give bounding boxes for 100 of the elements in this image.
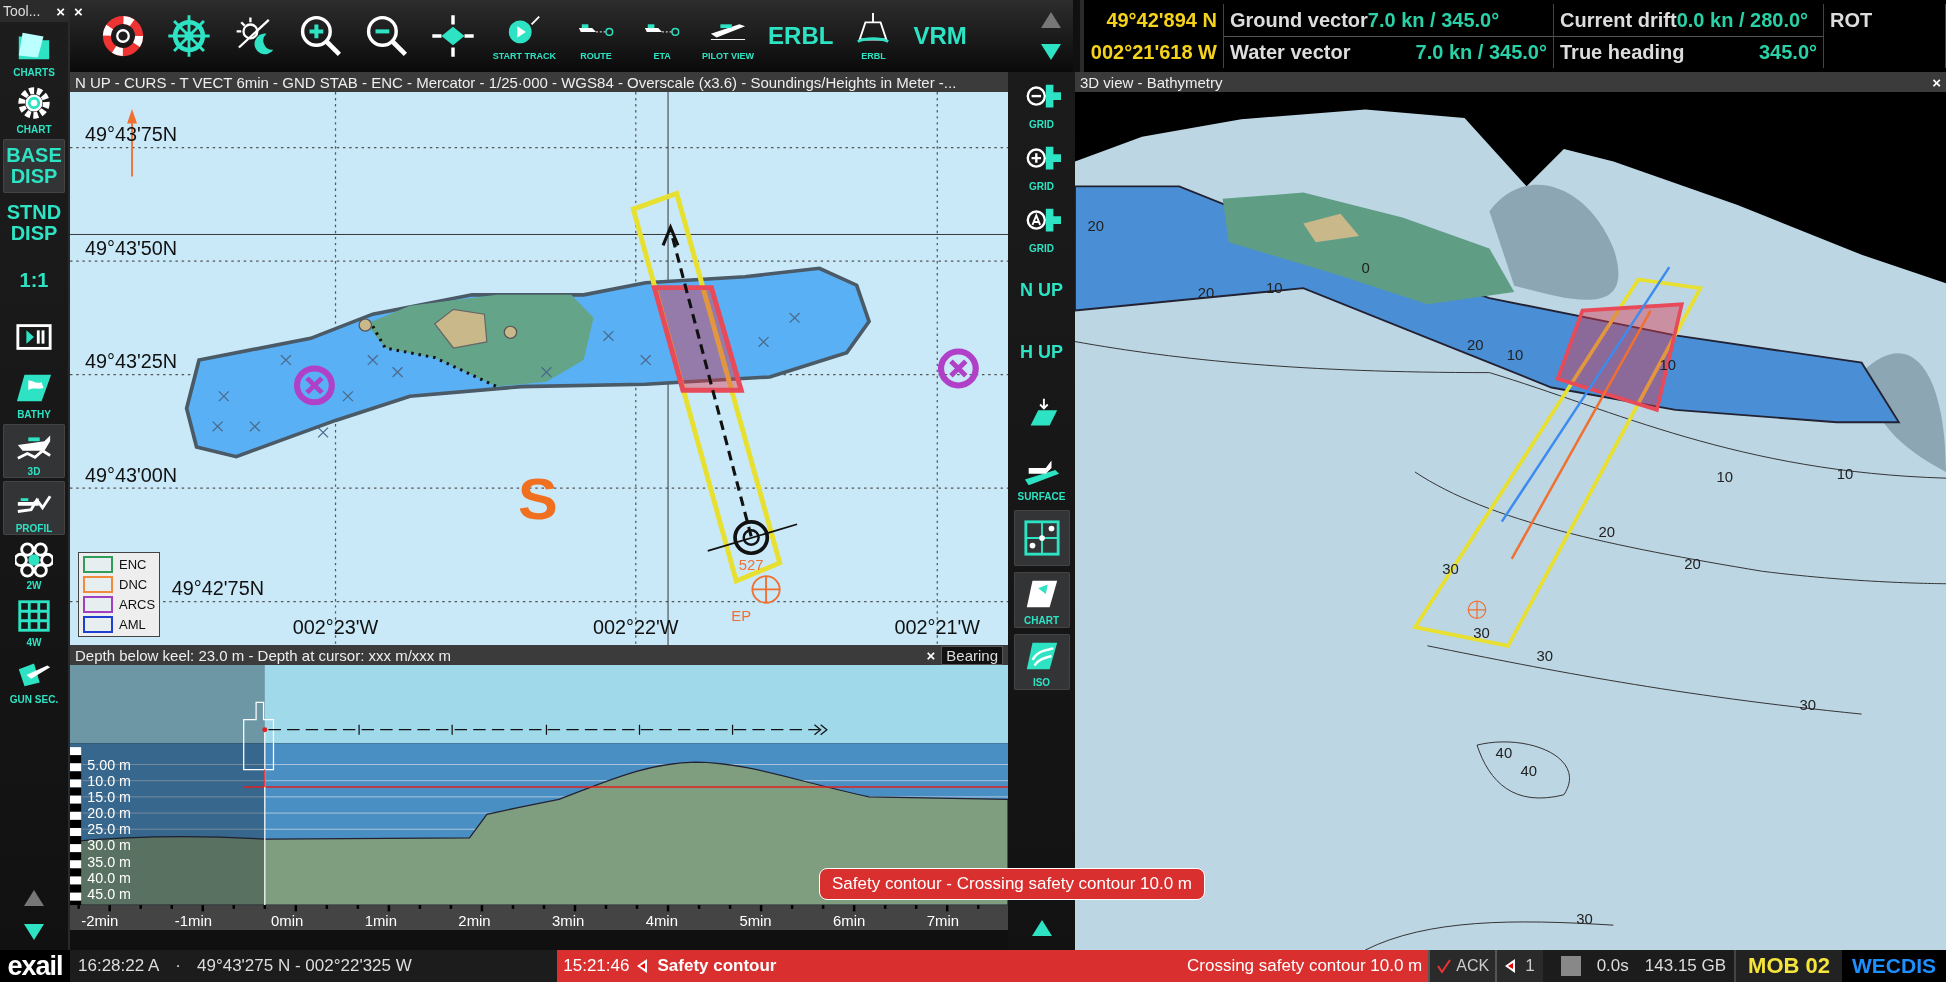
contour-label: 20 <box>1598 523 1616 540</box>
target-label: 527 <box>738 557 764 574</box>
toolbar-button[interactable]: 4W <box>3 595 65 649</box>
contour-label: 0 <box>1361 260 1370 277</box>
contour-label: 20 <box>1087 218 1104 235</box>
legend-label: DNC <box>119 577 148 592</box>
field-value: 345.0° <box>1758 41 1817 64</box>
time-label: 6min <box>833 913 866 930</box>
toolbar-button[interactable]: ETA <box>636 6 689 66</box>
chart-settings-text: N UP - CURS - T VECT 6min - GND STAB - ENC - Mercator - 1/25·000 - WGS84 - Overscale (x3.6) - Soundings/Heights in Meter -... <box>75 73 957 91</box>
latitude-label: 49°43'25N <box>84 350 178 373</box>
legend-label: AML <box>119 617 146 632</box>
toolbar-button[interactable]: SURFACE <box>1013 448 1070 504</box>
toolbar-button[interactable] <box>1013 510 1070 566</box>
toolbar-button[interactable]: H UP <box>1013 324 1070 380</box>
toolbar-button[interactable]: BATHY <box>3 367 65 421</box>
time-label: 2min <box>458 913 491 930</box>
depth-label: 5.00 m <box>87 756 131 773</box>
toolbar-button[interactable]: 3D <box>3 424 65 478</box>
latency-text: 0.0s <box>1595 955 1630 977</box>
brand-label: WECDIS <box>1842 950 1946 982</box>
toolbar-button[interactable]: GRID <box>1013 200 1070 256</box>
mob-button[interactable]: MOB 02 <box>1734 950 1842 982</box>
cursor-icon <box>429 13 476 59</box>
depth-label: 15.0 m <box>87 788 131 805</box>
toolbar-button[interactable]: CHART <box>3 82 65 136</box>
longitude-label: 002°23'W <box>292 616 379 639</box>
time-label: 4min <box>645 913 678 930</box>
time-label: -1min <box>174 913 213 930</box>
time-label: 0min <box>271 913 304 930</box>
hazard-symbol <box>294 365 335 406</box>
toolbar-button[interactable]: PILOT VIEW <box>702 6 755 66</box>
depth-label: 25.0 m <box>87 821 131 838</box>
toolbar-button[interactable]: CHARTS <box>3 25 65 79</box>
longitude-value: 002°21'618 W <box>1090 40 1217 64</box>
contour-label: 40 <box>1520 763 1537 780</box>
alarm-bar[interactable]: 15:21:46 Safety contour Crossing safety contour 10.0 m <box>557 950 1429 982</box>
alarm-title: Safety contour <box>657 956 777 976</box>
field-label: Water vector <box>1230 41 1351 64</box>
toolbar-button[interactable]: ERBL <box>768 6 834 66</box>
hazard-symbol <box>937 348 979 389</box>
contour-label: 30 <box>1473 625 1490 642</box>
toolbar-button[interactable]: ROUTE <box>570 6 623 66</box>
field-label: True heading <box>1560 41 1685 64</box>
time-label: -2min <box>81 913 119 930</box>
contour-label: 40 <box>1495 744 1513 761</box>
brand-logo: exail <box>0 950 70 982</box>
scroll-up-button[interactable] <box>1029 918 1054 938</box>
ep-marker-icon <box>751 575 781 604</box>
depth-label: 30.0 m <box>87 837 131 854</box>
alarm-message: Crossing safety contour 10.0 m <box>1187 956 1423 976</box>
ship-profile-icon <box>243 701 275 906</box>
depth-info-text: Depth below keel: 23.0 m - Depth at cursor: xxx m/xxx m <box>75 646 451 664</box>
rock-shape <box>433 308 488 349</box>
toolbar-button[interactable]: 2W <box>3 538 65 592</box>
toolbar-button[interactable]: N UP <box>1013 262 1070 318</box>
latitude-value: 49°42'894 N <box>1106 8 1217 32</box>
toolbar-title: Tool... <box>3 3 41 19</box>
legend-label: ENC <box>119 557 147 572</box>
legend-label: ARCS <box>119 597 156 612</box>
alarm-tooltip: Safety contour - Crossing safety contour 10.0 m <box>819 868 1205 900</box>
toolbar-button[interactable]: GRID <box>1013 76 1070 132</box>
contour-label: 30 <box>1576 910 1593 927</box>
grid-points-icon <box>1022 519 1061 557</box>
latitude-label: 49°42'75N <box>171 577 264 600</box>
scroll-down-button[interactable] <box>22 922 46 942</box>
toolbar-button[interactable]: STND DISP <box>3 196 65 250</box>
field-value: 7.0 kn / 345.0° <box>1367 8 1500 32</box>
toolbar-button[interactable]: ISO <box>1013 634 1070 690</box>
close-button[interactable]: × <box>1932 74 1941 90</box>
field-label: Current drift <box>1560 8 1677 32</box>
field-label: ROT <box>1830 8 1873 32</box>
longitude-label: 002°21'W <box>894 616 981 639</box>
alarm-count: 1 <box>1525 956 1535 976</box>
toolbar-button[interactable]: START TRACK <box>492 6 557 66</box>
check-icon <box>1436 958 1453 974</box>
toolbar-button[interactable]: ERBL <box>847 6 900 66</box>
toolbar-button[interactable]: 1:1 <box>3 253 65 307</box>
toolbar-button[interactable]: BASE DISP <box>3 139 65 193</box>
toolbar-button[interactable]: VRM <box>913 6 967 66</box>
contour-label: 30 <box>1536 647 1554 664</box>
contour-label: 20 <box>1684 555 1701 572</box>
toolbar-button[interactable]: GRID <box>1013 138 1070 194</box>
storage-text: 143.15 GB <box>1643 955 1728 977</box>
acknowledge-button[interactable]: ACK <box>1428 950 1496 982</box>
alarm-time: 15:21:46 <box>563 956 630 976</box>
time-label: 7min <box>926 913 959 930</box>
scroll-down-button[interactable] <box>1039 42 1063 62</box>
sea-area-letter: S <box>517 467 558 532</box>
longitude-label: 002°22'W <box>592 616 679 639</box>
warning-icon <box>637 959 650 973</box>
toolbar-button[interactable]: PROFIL <box>3 481 65 535</box>
close-button[interactable]: × <box>74 4 83 19</box>
toolbar-button[interactable]: GUN SEC. <box>3 652 65 706</box>
field-value: 0.0 kn / 280.0° <box>1676 8 1809 32</box>
close-button[interactable]: × <box>926 647 936 663</box>
toolbar-button[interactable]: CHART <box>1013 572 1070 628</box>
close-button[interactable]: × <box>56 3 65 19</box>
separator-dot: · <box>174 955 182 977</box>
time-label: 3min <box>552 913 585 930</box>
